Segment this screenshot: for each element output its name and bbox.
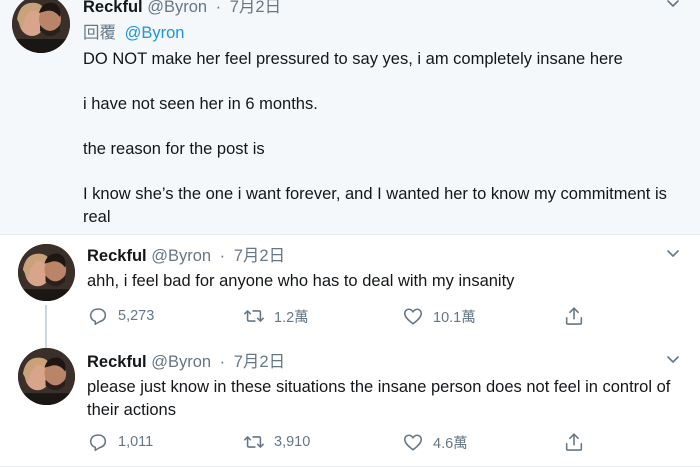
- replying-to: 回覆 @Byron: [83, 23, 184, 43]
- separator-dot: ·: [219, 247, 226, 265]
- tweet-date[interactable]: 7月2日: [230, 0, 281, 16]
- like-count: 4.6萬: [433, 435, 468, 452]
- reply-handle-link[interactable]: @Byron: [125, 24, 185, 42]
- tweet-main[interactable]: Reckful @Byron · 7月2日 回覆 @Byron DO NOT m…: [0, 0, 700, 234]
- tweet-header: Reckful @Byron · 7月2日: [87, 352, 285, 372]
- user-handle[interactable]: @Byron: [147, 0, 207, 16]
- chevron-down-icon[interactable]: [666, 352, 680, 366]
- tweet-text: ahh, i feel bad for anyone who has to de…: [87, 270, 682, 293]
- tweet-actions: 5,273 1.2萬 10.1萬: [87, 304, 607, 328]
- retweet-count: 1.2萬: [274, 309, 309, 326]
- tweet-paragraph: DO NOT make her feel pressured to say ye…: [83, 50, 623, 68]
- reply-count: 1,011: [118, 434, 154, 450]
- tweet-paragraph: the reason for the post is: [83, 140, 265, 158]
- tweet-paragraph: please just know in these situations the…: [87, 378, 671, 419]
- tweet-actions: 1,011 3,910 4.6萬: [87, 430, 607, 454]
- tweet-reply[interactable]: Reckful @Byron · 7月2日 ahh, i feel bad fo…: [0, 234, 700, 338]
- chevron-down-icon[interactable]: [666, 0, 680, 10]
- display-name[interactable]: Reckful: [83, 0, 143, 16]
- reply-icon: [87, 305, 109, 327]
- reply-button[interactable]: 1,011: [87, 430, 153, 454]
- user-handle[interactable]: @Byron: [151, 353, 211, 371]
- display-name[interactable]: Reckful: [87, 247, 147, 265]
- share-icon: [563, 431, 585, 453]
- tweet-paragraph: ahh, i feel bad for anyone who has to de…: [87, 272, 515, 290]
- retweet-count: 3,910: [274, 434, 311, 450]
- tweet-reply[interactable]: Reckful @Byron · 7月2日 please just know i…: [0, 338, 700, 467]
- separator-dot: ·: [215, 0, 222, 16]
- reply-label: 回覆: [83, 24, 116, 42]
- display-name[interactable]: Reckful: [87, 353, 147, 371]
- avatar[interactable]: [12, 0, 70, 53]
- tweet-header: Reckful @Byron · 7月2日: [87, 246, 285, 266]
- retweet-button[interactable]: 3,910: [243, 430, 310, 454]
- tweet-header: Reckful @Byron · 7月2日: [83, 0, 281, 17]
- like-count: 10.1萬: [433, 309, 476, 326]
- avatar[interactable]: [18, 348, 75, 405]
- tweet-date[interactable]: 7月2日: [234, 353, 285, 371]
- share-icon: [563, 305, 585, 327]
- share-button[interactable]: [563, 430, 585, 454]
- reply-count: 5,273: [118, 308, 155, 324]
- tweet-paragraph: I know she’s the one i want forever, and…: [83, 185, 667, 226]
- tweet-date[interactable]: 7月2日: [234, 247, 285, 265]
- like-button[interactable]: 10.1萬: [402, 304, 476, 328]
- separator-dot: ·: [219, 353, 226, 371]
- reply-button[interactable]: 5,273: [87, 304, 154, 328]
- tweet-thread: Reckful @Byron · 7月2日 回覆 @Byron DO NOT m…: [0, 0, 700, 467]
- chevron-down-icon[interactable]: [666, 246, 680, 260]
- avatar[interactable]: [18, 244, 75, 301]
- tweet-text: please just know in these situations the…: [87, 376, 682, 421]
- retweet-icon: [243, 431, 265, 453]
- user-handle[interactable]: @Byron: [151, 247, 211, 265]
- reply-icon: [87, 431, 109, 453]
- like-button[interactable]: 4.6萬: [402, 430, 468, 454]
- retweet-icon: [243, 305, 265, 327]
- tweet-text: DO NOT make her feel pressured to say ye…: [83, 48, 688, 228]
- heart-icon: [402, 305, 424, 327]
- heart-icon: [402, 431, 424, 453]
- retweet-button[interactable]: 1.2萬: [243, 304, 309, 328]
- tweet-paragraph: i have not seen her in 6 months.: [83, 95, 318, 113]
- share-button[interactable]: [563, 304, 585, 328]
